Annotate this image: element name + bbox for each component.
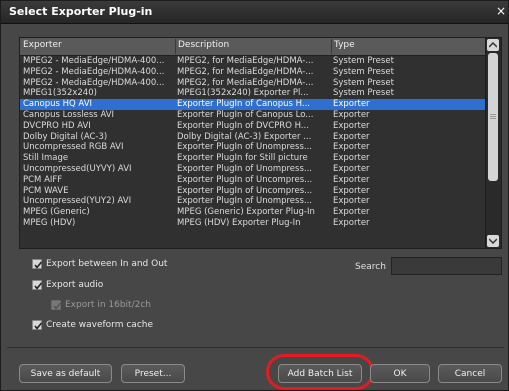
description-cell: Exporter PlugIn of Unompress... <box>177 163 312 174</box>
exporter-cell: Still Image <box>23 153 69 164</box>
list-row[interactable]: MPEG2 - MediaEdge/HDMA-400... MPEG2, for … <box>20 56 486 67</box>
list-row[interactable]: PCM WAVE Exporter PlugIn of Uncompres... E… <box>20 186 486 197</box>
list-rows: MPEG2 - MediaEdge/HDMA-400... MPEG2, for … <box>20 56 486 249</box>
exporter-cell: Uncompressed(UYVY) AVI <box>23 163 132 174</box>
waveform-cache-label[interactable]: Create waveform cache <box>46 320 153 330</box>
column-header-type[interactable]: Type <box>334 40 355 50</box>
type-cell: Exporter <box>333 120 370 131</box>
type-cell: Exporter <box>333 131 370 142</box>
grip-line <box>490 116 496 117</box>
description-cell: MPEG (Generic) Exporter Plug-In <box>177 207 315 218</box>
column-divider[interactable] <box>331 39 332 54</box>
type-cell: Exporter <box>333 217 370 228</box>
description-cell: Exporter PlugIn for Still picture <box>177 153 308 164</box>
column-header-description[interactable]: Description <box>178 40 229 50</box>
description-cell: Exporter PlugIn of Unompress... <box>177 196 312 207</box>
list-row[interactable]: MPEG (Generic) MPEG (Generic) Exporter Pl… <box>20 207 486 218</box>
exporter-cell: DVCPRO HD AVI <box>23 120 91 131</box>
type-cell: Exporter <box>333 174 370 185</box>
type-cell: System Preset <box>333 56 394 66</box>
exporter-cell: MPEG2 - MediaEdge/HDMA-400... <box>23 56 165 66</box>
exporter-cell: MPEG2 - MediaEdge/HDMA-400... <box>23 77 165 88</box>
export-audio-label[interactable]: Export audio <box>46 280 103 290</box>
scroll-down-arrow-icon[interactable] <box>487 235 499 247</box>
type-cell: System Preset <box>333 66 394 77</box>
description-cell: Dolby Digital (AC-3) Exporter ... <box>177 131 312 142</box>
exporter-list[interactable]: Exporter Description Type MPEG2 - MediaE… <box>19 37 502 249</box>
export-between-label[interactable]: Export between In and Out <box>46 259 167 269</box>
save-as-default-button[interactable]: Save as default <box>19 364 112 383</box>
type-cell: Exporter <box>333 153 370 164</box>
scroll-up-arrow-icon[interactable] <box>487 39 499 51</box>
exporter-cell: Canopus Lossless AVI <box>23 109 115 120</box>
type-cell: Exporter <box>333 196 370 207</box>
list-scrollbar[interactable] <box>485 38 501 248</box>
type-cell: Exporter <box>333 163 370 174</box>
list-row[interactable]: DVCPRO HD AVI Exporter PlugIn of DVCPRO H… <box>20 121 486 132</box>
grip-line <box>490 118 496 119</box>
exporter-cell: MPEG1(352x240) <box>23 88 97 99</box>
exporter-cell: Canopus HQ AVI <box>23 99 93 110</box>
export-16bit-checkbox <box>51 300 62 310</box>
description-cell: MPEG1(352x240) Exporter Pl... <box>177 88 309 99</box>
close-icon[interactable]: × <box>496 4 506 18</box>
type-cell: System Preset <box>333 88 394 99</box>
description-cell: Exporter PlugIn of Uncompres... <box>177 185 313 196</box>
select-exporter-dialog: Select Exporter Plug-in × Exporter Descr… <box>0 0 509 391</box>
grip-line <box>490 114 496 115</box>
exporter-cell: Uncompressed(YUY2) AVI <box>23 196 132 207</box>
search-input[interactable] <box>391 257 502 275</box>
exporter-cell: MPEG2 - MediaEdge/HDMA-400... <box>23 66 165 77</box>
column-header-exporter[interactable]: Exporter <box>23 40 62 50</box>
description-cell: MPEG (HDV) Exporter Plug-In <box>177 217 301 228</box>
type-cell: Exporter <box>333 207 370 218</box>
footer-divider <box>7 347 504 348</box>
list-row[interactable]: PCM AIFF Exporter PlugIn of Uncompres... E… <box>20 175 486 186</box>
search-label: Search <box>355 262 386 272</box>
highlight-circle <box>266 354 374 390</box>
preset-button[interactable]: Preset... <box>121 364 185 383</box>
type-cell: Exporter <box>333 142 370 153</box>
description-cell: MPEG2, for MediaEdge/HDMA-... <box>177 56 314 66</box>
list-row[interactable]: MPEG1(352x240) MPEG1(352x240) Exporter Pl… <box>20 88 486 99</box>
export-between-checkbox[interactable] <box>32 259 43 269</box>
exporter-cell: Uncompressed RGB AVI <box>23 142 124 153</box>
description-cell: MPEG2, for MediaEdge/HDMA-... <box>177 77 314 88</box>
waveform-cache-checkbox[interactable] <box>32 320 43 330</box>
dialog-title: Select Exporter Plug-in <box>9 5 153 18</box>
list-row[interactable]: MPEG (HDV) MPEG (HDV) Exporter Plug-In Exp… <box>20 218 486 229</box>
type-cell: System Preset <box>333 77 394 88</box>
scroll-thumb[interactable] <box>488 53 498 181</box>
export-16bit-label: Export in 16bit/2ch <box>65 300 151 310</box>
exporter-cell: PCM WAVE <box>23 185 69 196</box>
exporter-cell: MPEG (Generic) <box>23 207 90 218</box>
list-row[interactable]: Dolby Digital (AC-3) Dolby Digital (AC-3)… <box>20 132 486 143</box>
description-cell: Exporter PlugIn of DVCPRO H... <box>177 120 309 131</box>
list-row[interactable]: Uncompressed(YUY2) AVI Exporter PlugIn of… <box>20 196 486 207</box>
list-row[interactable]: Still Image Exporter PlugIn for Still pic… <box>20 153 486 164</box>
description-cell: Exporter PlugIn of Canopus Lo... <box>177 109 314 120</box>
description-cell: MPEG2, for MediaEdge/HDMA-... <box>177 66 314 77</box>
list-header: Exporter Description Type <box>20 38 486 56</box>
list-row[interactable]: Uncompressed(UYVY) AVI Exporter PlugIn of… <box>20 164 486 175</box>
export-audio-checkbox[interactable] <box>32 280 43 290</box>
type-cell: Exporter <box>333 99 370 110</box>
type-cell: Exporter <box>333 185 370 196</box>
cancel-button[interactable]: Cancel <box>438 364 502 383</box>
column-divider[interactable] <box>175 39 176 54</box>
list-row[interactable]: MPEG2 - MediaEdge/HDMA-400... MPEG2, for … <box>20 78 486 89</box>
type-cell: Exporter <box>333 109 370 120</box>
exporter-cell: PCM AIFF <box>23 174 63 185</box>
title-bar[interactable]: Select Exporter Plug-in × <box>1 1 508 24</box>
description-cell: Exporter PlugIn of Uncompres... <box>177 174 313 185</box>
description-cell: Exporter PlugIn of Canopus H... <box>177 99 311 110</box>
list-row[interactable]: Uncompressed RGB AVI Exporter PlugIn of U… <box>20 142 486 153</box>
list-row[interactable]: MPEG2 - MediaEdge/HDMA-400... MPEG2, for … <box>20 67 486 78</box>
ok-button[interactable]: OK <box>370 364 430 383</box>
list-row[interactable]: Canopus Lossless AVI Exporter PlugIn of C… <box>20 110 486 121</box>
description-cell: Exporter PlugIn of Unompress... <box>177 142 312 153</box>
exporter-cell: MPEG (HDV) <box>23 217 76 228</box>
list-row[interactable]: Canopus HQ AVI Exporter PlugIn of Canopus… <box>20 99 486 110</box>
exporter-cell: Dolby Digital (AC-3) <box>23 131 108 142</box>
